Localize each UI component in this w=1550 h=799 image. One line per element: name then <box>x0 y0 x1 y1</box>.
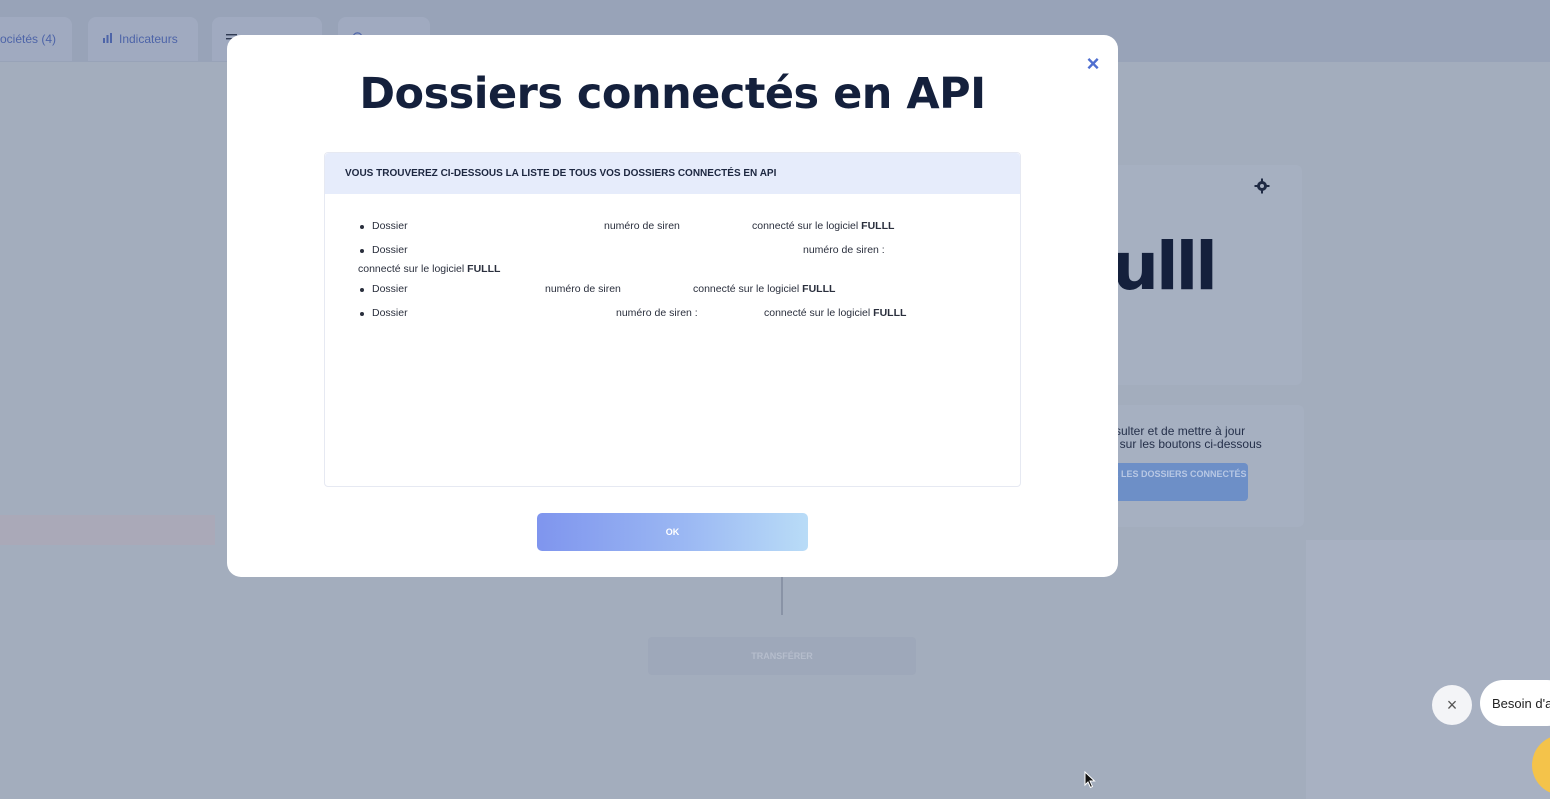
transfer-button[interactable]: TRANSFÉRER <box>648 637 916 675</box>
connected-label: connecté sur le logiciel FULLL <box>764 307 907 319</box>
connected-label: connecté sur le logiciel FULLL <box>693 283 836 295</box>
connected-label: connecté sur le logiciel FULLL <box>358 263 501 275</box>
background-column <box>1306 540 1550 799</box>
folders-list-box: VOUS TROUVEREZ CI-DESSOUS LA LISTE DE TO… <box>324 152 1021 487</box>
chat-bubble[interactable]: Besoin d'a <box>1480 680 1550 726</box>
connected-label: connecté sur le logiciel FULLL <box>752 220 895 232</box>
bar-chart-icon <box>102 32 113 46</box>
bullet <box>360 249 364 253</box>
list-header: VOUS TROUVEREZ CI-DESSOUS LA LISTE DE TO… <box>325 153 1020 194</box>
software-logo: ulll <box>1112 228 1218 305</box>
siren-label: numéro de siren : <box>616 307 698 319</box>
siren-label: numéro de siren <box>604 220 680 232</box>
list-item: Dossier <box>360 220 408 232</box>
info-panel-text: sulter et de mettre à jour t sur les bou… <box>1113 424 1262 451</box>
list-item: Dossier <box>360 307 408 319</box>
bullet <box>360 312 364 316</box>
list-item: Dossier <box>360 283 408 295</box>
api-folders-modal: × Dossiers connectés en API VOUS TROUVER… <box>227 35 1118 577</box>
gear-icon[interactable] <box>1254 178 1270 199</box>
siren-label: numéro de siren <box>545 283 621 295</box>
tab-societes[interactable]: ociétés (4) <box>0 17 72 61</box>
modal-title: Dossiers connectés en API <box>359 69 986 119</box>
bullet <box>360 225 364 229</box>
tab-indicateurs[interactable]: Indicateurs <box>88 17 198 61</box>
chat-close-button[interactable]: × <box>1432 685 1472 725</box>
ok-button[interactable]: OK <box>537 513 808 551</box>
divider <box>781 575 783 615</box>
close-icon: × <box>1446 694 1458 715</box>
list-item: Dossier <box>360 244 408 256</box>
bullet <box>360 288 364 292</box>
siren-label: numéro de siren : <box>803 244 885 256</box>
background-band <box>0 515 215 545</box>
